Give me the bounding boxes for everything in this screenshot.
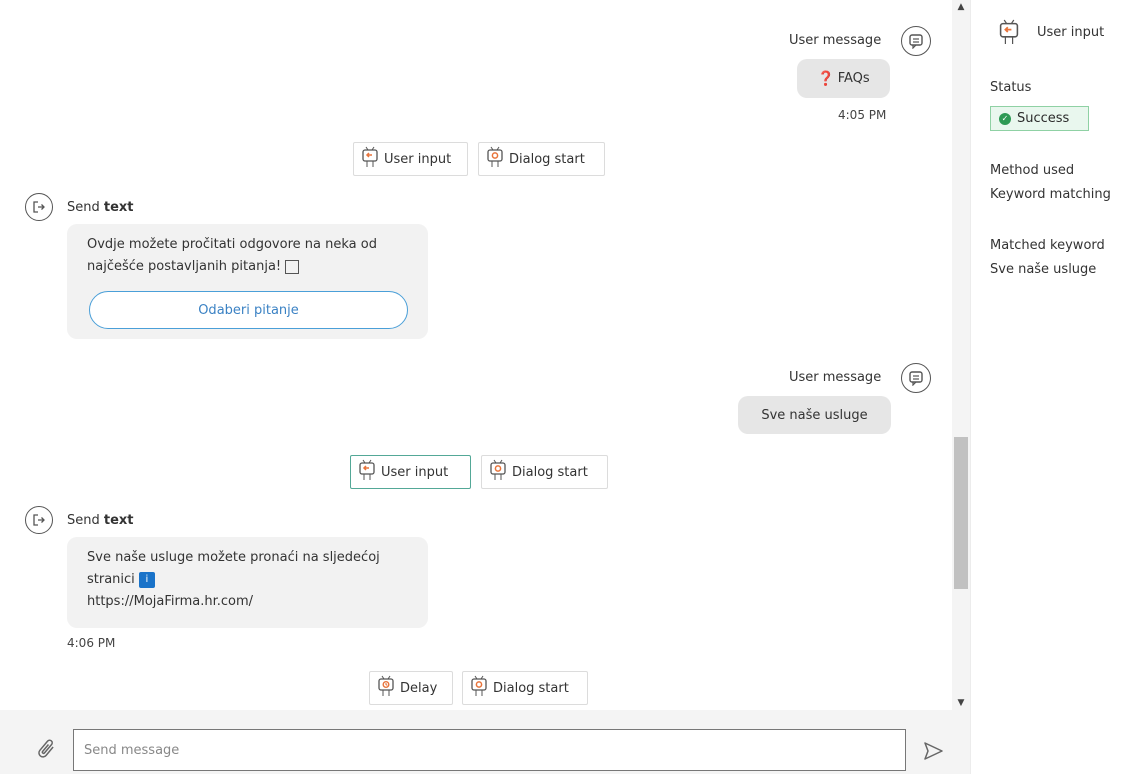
- exit-icon: [25, 506, 53, 534]
- send-label-bold: text: [103, 513, 134, 528]
- scroll-down-arrow-icon[interactable]: ▼: [952, 696, 970, 710]
- info-badge-icon: i: [138, 571, 155, 588]
- chat-bubble-icon: [901, 363, 931, 393]
- user-message-text: Sve naše usluge: [761, 407, 868, 423]
- note-icon: [285, 259, 300, 274]
- tag-label: Dialog start: [493, 680, 569, 696]
- keyword-label: Matched keyword: [990, 238, 1105, 253]
- status-label: Status: [990, 80, 1032, 95]
- bot-text-line: najčešće postavljanih pitanja!: [87, 259, 282, 274]
- method-label: Method used: [990, 163, 1075, 178]
- question-icon: ❓: [817, 70, 835, 87]
- bot-text-line: Sve naše usluge možete pronaći na sljede…: [87, 550, 380, 565]
- robot-arrow-icon: [360, 146, 380, 172]
- scroll-up-arrow-icon[interactable]: ▲: [952, 0, 970, 14]
- robot-gear-icon: [488, 459, 508, 485]
- tag-delay[interactable]: Delay: [369, 671, 453, 705]
- robot-arrow-icon: [997, 18, 1021, 50]
- send-arrow-icon[interactable]: [920, 738, 946, 764]
- bot-text-line: Ovdje možete pročitati odgovore na neka …: [87, 237, 377, 252]
- panel-title: User input: [1037, 25, 1105, 40]
- exit-icon: [25, 193, 53, 221]
- message-input[interactable]: [73, 729, 906, 771]
- user-message-bubble: ❓ FAQs: [797, 59, 890, 98]
- user-message-bubble: Sve naše usluge: [738, 396, 891, 434]
- message-timestamp: 4:05 PM: [838, 108, 887, 122]
- conversation-panel: User message ❓ FAQs 4:05 PM User input D…: [0, 0, 952, 710]
- tag-label: User input: [384, 151, 452, 167]
- tag-label: Dialog start: [509, 151, 585, 167]
- conversation-scrollbar[interactable]: ▲ ▼: [952, 0, 970, 710]
- check-circle-icon: ✓: [999, 112, 1011, 125]
- tag-label: Delay: [400, 680, 438, 696]
- send-label-prefix: Send: [67, 513, 100, 528]
- chat-bubble-icon: [901, 26, 931, 56]
- tag-dialog-start[interactable]: Dialog start: [462, 671, 588, 705]
- user-message-text: FAQs: [837, 71, 870, 86]
- status-value: Success: [1017, 111, 1070, 126]
- bot-message-bubble: Sve naše usluge možete pronaći na sljede…: [67, 537, 428, 628]
- send-text-label: Send text: [67, 513, 134, 528]
- robot-gear-icon: [485, 146, 505, 172]
- user-message-label: User message: [789, 33, 882, 48]
- robot-arrow-icon: [357, 459, 377, 485]
- send-label-prefix: Send: [67, 200, 100, 215]
- bot-link-text[interactable]: https://MojaFirma.hr.com/: [87, 591, 408, 613]
- tag-dialog-start[interactable]: Dialog start: [481, 455, 608, 489]
- tag-user-input[interactable]: User input: [350, 455, 471, 489]
- scroll-thumb[interactable]: [954, 437, 968, 589]
- send-label-bold: text: [103, 200, 134, 215]
- robot-clock-icon: [376, 675, 396, 701]
- option-button[interactable]: Odaberi pitanje: [89, 291, 408, 329]
- user-message-label: User message: [789, 370, 882, 385]
- tag-user-input[interactable]: User input: [353, 142, 468, 176]
- send-text-label: Send text: [67, 200, 134, 215]
- tag-label: User input: [381, 464, 449, 480]
- keyword-value: Sve naše usluge: [990, 262, 1097, 277]
- tag-label: Dialog start: [512, 464, 588, 480]
- method-value: Keyword matching: [990, 187, 1111, 202]
- bot-text-line: stranici: [87, 572, 135, 587]
- robot-gear-icon: [469, 675, 489, 701]
- tag-dialog-start[interactable]: Dialog start: [478, 142, 605, 176]
- message-timestamp: 4:06 PM: [67, 636, 116, 650]
- status-badge: ✓ Success: [990, 106, 1089, 131]
